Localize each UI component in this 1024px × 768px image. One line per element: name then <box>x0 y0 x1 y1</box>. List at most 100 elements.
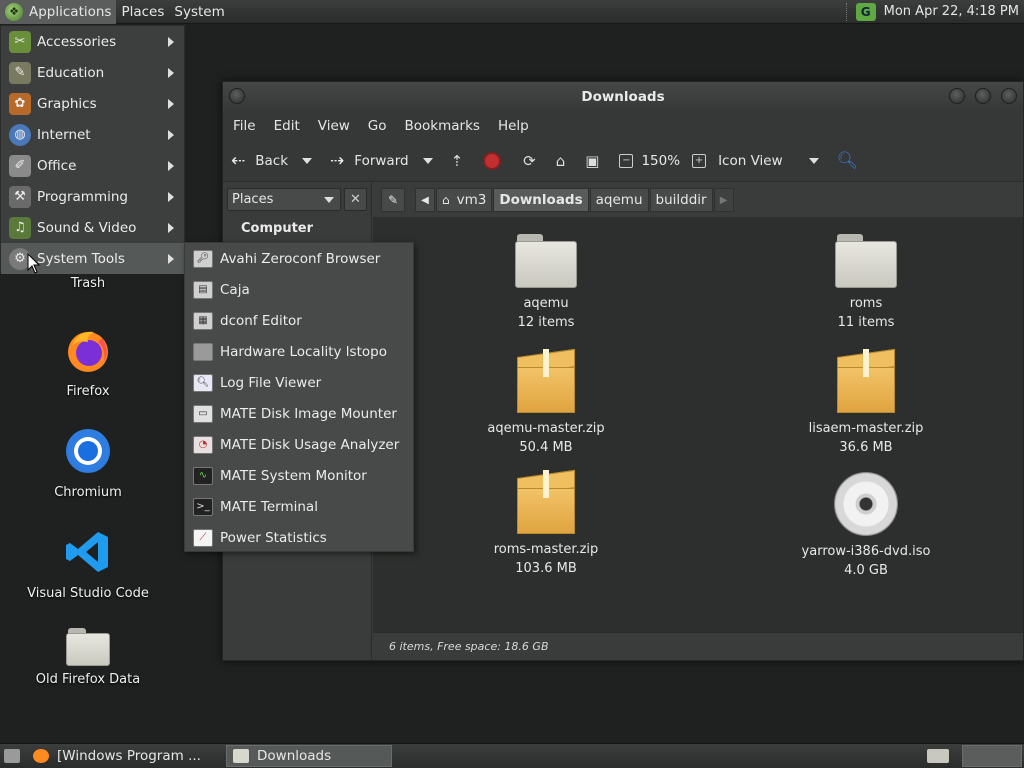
home-icon[interactable]: ⌂ <box>556 152 566 170</box>
close-button[interactable] <box>1001 88 1017 104</box>
file-item-roms-master-zip[interactable]: roms-master.zip 103.6 MB <box>456 469 636 578</box>
menu-item-hardware-locality[interactable]: Hardware Locality lstopo <box>185 336 413 367</box>
menu-item-avahi-zeroconf-browser[interactable]: 🔑︎ Avahi Zeroconf Browser <box>185 243 413 274</box>
file-icon-view[interactable]: aqemu 12 items roms 11 items aqemu-maste… <box>373 217 1023 632</box>
desktop-icon-old-firefox-data[interactable]: Old Firefox Data <box>18 628 158 687</box>
search-icon[interactable]: 🔍︎ <box>837 151 859 171</box>
desktop-icon-label: Old Firefox Data <box>35 672 141 687</box>
forward-button[interactable]: ⇢ Forward <box>330 151 433 171</box>
path-button-builddir[interactable]: builddir <box>649 188 713 212</box>
file-item-aqemu-master-zip[interactable]: aqemu-master.zip 50.4 MB <box>456 348 636 457</box>
menu-item-education[interactable]: ✎ Education <box>1 57 184 88</box>
graphics-icon: ✿ <box>9 92 31 115</box>
menu-item-mate-disk-image-mounter[interactable]: ▭ MATE Disk Image Mounter <box>185 398 413 429</box>
reload-icon[interactable]: ⟳ <box>523 152 536 170</box>
task-windows-program[interactable]: [Windows Program ... <box>27 745 223 767</box>
path-button-downloads[interactable]: Downloads <box>493 188 589 212</box>
places-menu[interactable]: Places <box>116 0 169 24</box>
file-item-aqemu[interactable]: aqemu 12 items <box>456 234 636 332</box>
menu-view[interactable]: View <box>312 118 356 134</box>
path-scroll-left-button[interactable]: ◀ <box>415 188 435 212</box>
window-menu-button[interactable] <box>229 88 245 104</box>
menu-item-dconf-editor[interactable]: ▦ dconf Editor <box>185 305 413 336</box>
menu-item-label: MATE Terminal <box>220 498 318 515</box>
mouse-cursor-icon <box>27 253 41 274</box>
path-button-aqemu[interactable]: aqemu <box>589 188 649 212</box>
zoom-out-icon[interactable]: − <box>619 153 634 168</box>
menu-go[interactable]: Go <box>362 118 393 134</box>
show-desktop-button[interactable] <box>0 745 24 767</box>
computer-icon[interactable]: ▣ <box>585 152 599 170</box>
back-arrow-icon: ⇠ <box>231 150 246 171</box>
stop-icon[interactable] <box>483 151 502 170</box>
menu-item-label: Avahi Zeroconf Browser <box>220 250 381 267</box>
up-arrow-icon[interactable]: ⇡ <box>451 152 464 170</box>
file-info: 12 items <box>517 315 575 330</box>
submenu-arrow-icon <box>168 36 174 47</box>
menu-item-label: System Tools <box>37 250 125 267</box>
close-side-pane-button[interactable]: ✕ <box>344 188 367 211</box>
file-item-lisaem-master-zip[interactable]: lisaem-master.zip 36.6 MB <box>776 348 956 457</box>
status-bar: 6 items, Free space: 18.6 GB <box>373 632 1023 660</box>
caja-icon: ▤ <box>193 280 213 299</box>
menu-item-sound-video[interactable]: ♫ Sound & Video <box>1 212 184 243</box>
menu-item-office[interactable]: ✐ Office <box>1 150 184 181</box>
forward-history-dropdown[interactable] <box>422 157 433 164</box>
optical-disc-icon <box>834 472 898 536</box>
show-desktop-icon <box>4 749 20 763</box>
menu-bookmarks[interactable]: Bookmarks <box>399 118 486 134</box>
menu-edit[interactable]: Edit <box>268 118 306 134</box>
menu-item-log-file-viewer[interactable]: 🔍︎ Log File Viewer <box>185 367 413 398</box>
desktop-icon-chromium[interactable]: Chromium <box>18 427 158 500</box>
maximize-button[interactable] <box>975 88 991 104</box>
zoom-level[interactable]: 150% <box>641 153 680 169</box>
file-name: roms <box>849 296 883 311</box>
menu-item-mate-terminal[interactable]: >_ MATE Terminal <box>185 491 413 522</box>
clock[interactable]: Mon Apr 22, 4:18 PM <box>884 4 1019 19</box>
file-item-yarrow-iso[interactable]: yarrow-i386-dvd.iso 4.0 GB <box>776 472 956 580</box>
menu-item-label: Graphics <box>37 95 97 112</box>
menu-item-graphics[interactable]: ✿ Graphics <box>1 88 184 119</box>
menu-item-caja[interactable]: ▤ Caja <box>185 274 413 305</box>
path-button-vm3[interactable]: ⌂ vm3 <box>436 188 493 212</box>
applications-menu[interactable]: ❖ Applications <box>0 0 117 24</box>
menu-item-mate-system-monitor[interactable]: ∿ MATE System Monitor <box>185 460 413 491</box>
system-menu[interactable]: System <box>169 0 229 24</box>
path-scroll-right-button[interactable]: ▶ <box>713 188 734 212</box>
desktop-icon-firefox[interactable]: Firefox <box>18 326 158 399</box>
folder-icon <box>233 749 249 763</box>
back-button[interactable]: ⇠ Back <box>231 150 313 171</box>
update-notifier-icon[interactable]: G <box>855 2 876 21</box>
menu-item-power-statistics[interactable]: ⟋ Power Statistics <box>185 522 413 553</box>
programming-icon: ⚒ <box>9 185 31 208</box>
workspace-area[interactable] <box>962 745 1022 767</box>
menu-item-label: Sound & Video <box>37 219 137 236</box>
menu-item-label: Education <box>37 64 105 81</box>
menu-help[interactable]: Help <box>492 118 535 134</box>
desktop-icon-vscode[interactable]: Visual Studio Code <box>18 528 158 601</box>
internet-icon: ◍ <box>9 123 31 146</box>
task-label: [Windows Program ... <box>57 748 201 764</box>
path-bar: ✎ ◀ ⌂ vm3 Downloads aqemu builddir ▶ <box>373 183 1023 217</box>
file-item-roms[interactable]: roms 11 items <box>776 234 956 332</box>
menu-item-programming[interactable]: ⚒ Programming <box>1 181 184 212</box>
menu-item-accessories[interactable]: ✂ Accessories <box>1 26 184 57</box>
workspace-switcher[interactable] <box>917 745 959 767</box>
menu-item-label: Accessories <box>37 33 117 50</box>
zoom-in-icon[interactable]: + <box>692 153 707 168</box>
system-menu-label: System <box>174 3 225 20</box>
side-pane-selector[interactable]: Places <box>227 188 341 211</box>
minimize-button[interactable] <box>949 88 965 104</box>
view-mode-select[interactable]: Icon View <box>718 153 819 169</box>
window-titlebar[interactable]: Downloads <box>223 82 1023 112</box>
task-downloads[interactable]: Downloads <box>226 745 392 767</box>
window-menubar: File Edit View Go Bookmarks Help <box>223 112 1023 140</box>
menu-file[interactable]: File <box>227 118 262 134</box>
menu-item-internet[interactable]: ◍ Internet <box>1 119 184 150</box>
back-history-dropdown[interactable] <box>302 157 313 164</box>
desktop-icon-label: Visual Studio Code <box>27 586 149 601</box>
location-edit-button[interactable]: ✎ <box>381 188 405 212</box>
menu-item-mate-disk-usage-analyzer[interactable]: ◔ MATE Disk Usage Analyzer <box>185 429 413 460</box>
menu-item-label: Internet <box>37 126 91 143</box>
desktop-icon-trash[interactable]: Trash <box>18 276 158 291</box>
